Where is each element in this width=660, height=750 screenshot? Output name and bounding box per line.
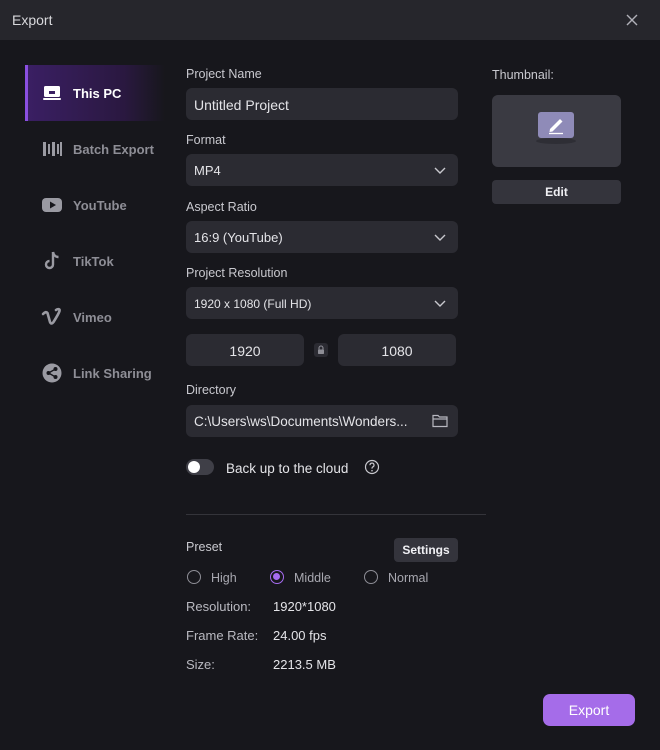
preset-middle-radio[interactable] bbox=[270, 570, 284, 584]
resolution-dropdown[interactable]: 1920 x 1080 (Full HD) bbox=[186, 287, 458, 319]
chevron-down-icon bbox=[434, 300, 446, 307]
window-title: Export bbox=[12, 12, 53, 28]
cloud-backup-label: Back up to the cloud bbox=[226, 461, 349, 476]
share-icon bbox=[42, 363, 62, 383]
batch-icon bbox=[43, 142, 62, 156]
info-size-value: 2213.5 MB bbox=[273, 657, 336, 672]
sidebar-item-label: This PC bbox=[73, 86, 122, 101]
lock-icon[interactable] bbox=[314, 343, 328, 357]
info-resolution-label: Resolution: bbox=[186, 599, 252, 614]
sidebar-item-this-pc[interactable]: This PC bbox=[25, 65, 165, 121]
preset-high-radio[interactable] bbox=[187, 570, 201, 584]
thumbnail-preview bbox=[492, 95, 621, 167]
sidebar-item-tiktok[interactable]: TikTok bbox=[25, 233, 165, 289]
folder-icon[interactable] bbox=[432, 413, 448, 428]
sidebar-item-label: Vimeo bbox=[73, 310, 112, 325]
preset-normal-label: Normal bbox=[388, 571, 429, 585]
preset-high-label: High bbox=[211, 571, 237, 585]
section-divider bbox=[186, 514, 486, 515]
title-bar: Export bbox=[0, 0, 660, 40]
edit-thumbnail-button[interactable]: Edit bbox=[492, 180, 621, 204]
cloud-backup-toggle[interactable] bbox=[186, 459, 214, 475]
project-name-input[interactable]: Untitled Project bbox=[186, 88, 458, 120]
info-framerate-value: 24.00 fps bbox=[273, 628, 327, 643]
height-value: 1080 bbox=[381, 343, 413, 359]
info-size-label: Size: bbox=[186, 657, 215, 672]
aspect-ratio-value: 16:9 (YouTube) bbox=[194, 230, 283, 245]
export-destination-sidebar: This PC Batch Export YouTube TikTok Vime… bbox=[25, 65, 165, 401]
sidebar-item-link-sharing[interactable]: Link Sharing bbox=[25, 345, 165, 401]
project-name-label: Project Name bbox=[186, 67, 262, 81]
preset-settings-button[interactable]: Settings bbox=[394, 538, 458, 562]
aspect-ratio-label: Aspect Ratio bbox=[186, 200, 257, 214]
info-resolution-value: 1920*1080 bbox=[273, 599, 336, 614]
height-input[interactable]: 1080 bbox=[338, 334, 456, 366]
aspect-ratio-dropdown[interactable]: 16:9 (YouTube) bbox=[186, 221, 458, 253]
info-framerate-label: Frame Rate: bbox=[186, 628, 259, 643]
monitor-icon bbox=[43, 86, 61, 100]
thumbnail-label: Thumbnail: bbox=[492, 68, 554, 82]
tiktok-icon bbox=[44, 251, 59, 270]
sidebar-item-label: Batch Export bbox=[73, 142, 154, 157]
preset-label: Preset bbox=[186, 540, 223, 554]
width-input[interactable]: 1920 bbox=[186, 334, 304, 366]
format-label: Format bbox=[186, 133, 226, 147]
directory-label: Directory bbox=[186, 383, 237, 397]
export-button[interactable]: Export bbox=[543, 694, 635, 726]
directory-value: C:\Users\ws\Documents\Wonders... bbox=[194, 414, 408, 429]
help-icon[interactable] bbox=[364, 459, 380, 475]
chevron-down-icon bbox=[434, 234, 446, 241]
project-resolution-label: Project Resolution bbox=[186, 266, 288, 280]
format-value: MP4 bbox=[194, 163, 221, 178]
sidebar-item-batch-export[interactable]: Batch Export bbox=[25, 121, 165, 177]
sidebar-item-label: Link Sharing bbox=[73, 366, 152, 381]
youtube-icon bbox=[42, 198, 62, 212]
width-value: 1920 bbox=[229, 343, 261, 359]
preset-normal-radio[interactable] bbox=[364, 570, 378, 584]
sidebar-item-vimeo[interactable]: Vimeo bbox=[25, 289, 165, 345]
project-name-value: Untitled Project bbox=[194, 97, 289, 113]
sidebar-item-label: TikTok bbox=[73, 254, 114, 269]
resolution-value: 1920 x 1080 (Full HD) bbox=[194, 297, 312, 311]
edit-thumbnail-icon bbox=[536, 112, 576, 144]
sidebar-item-youtube[interactable]: YouTube bbox=[25, 177, 165, 233]
format-dropdown[interactable]: MP4 bbox=[186, 154, 458, 186]
close-icon[interactable] bbox=[624, 12, 640, 28]
vimeo-icon bbox=[41, 307, 61, 325]
chevron-down-icon bbox=[434, 167, 446, 174]
sidebar-item-label: YouTube bbox=[73, 198, 127, 213]
directory-input[interactable]: C:\Users\ws\Documents\Wonders... bbox=[186, 405, 458, 437]
preset-middle-label: Middle bbox=[294, 571, 331, 585]
